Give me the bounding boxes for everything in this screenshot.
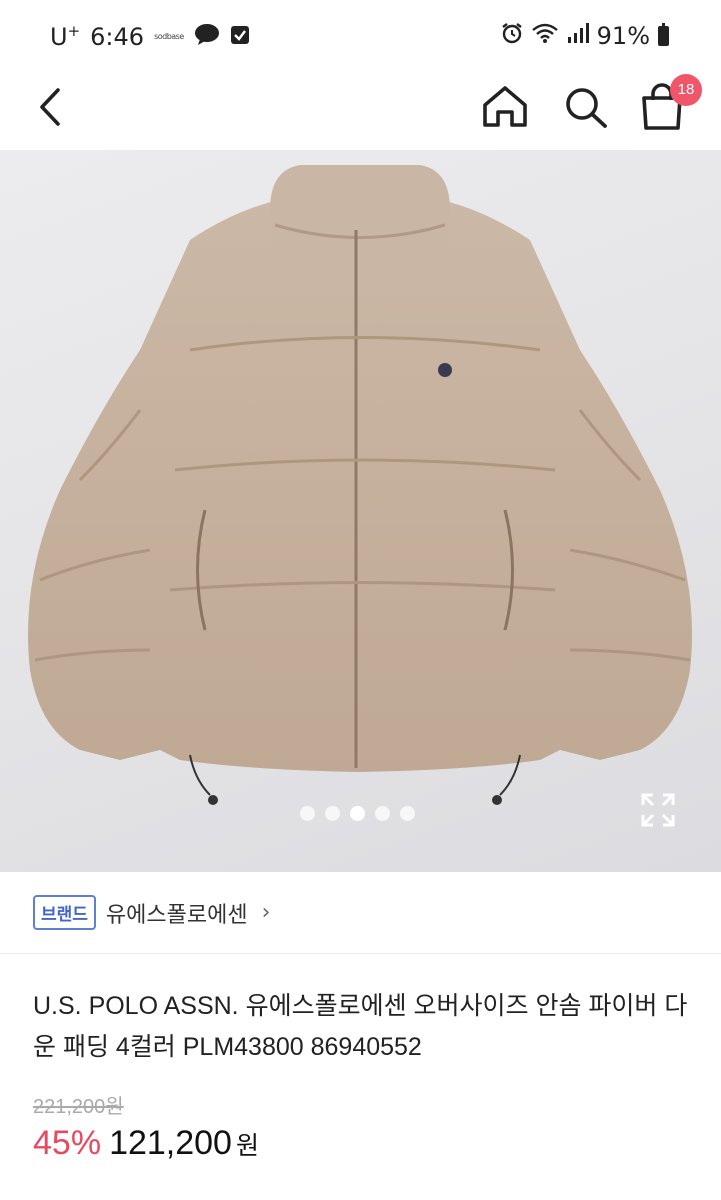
chevron-right-icon: › bbox=[261, 900, 271, 925]
carrier-label: U+ bbox=[50, 22, 81, 51]
brand-link-row[interactable]: 브랜드 유에스폴로에센 › bbox=[0, 872, 721, 954]
search-button[interactable] bbox=[560, 78, 612, 134]
cart-button[interactable]: 18 bbox=[636, 74, 702, 134]
battery-icon bbox=[658, 23, 669, 46]
price-row: 45% 121,200 원 bbox=[33, 1124, 259, 1163]
cart-count-badge: 18 bbox=[670, 74, 702, 106]
chat-icon bbox=[194, 23, 220, 51]
expand-icon[interactable] bbox=[640, 792, 676, 828]
alarm-icon bbox=[501, 22, 523, 50]
back-arrow-icon bbox=[40, 88, 60, 126]
search-icon bbox=[566, 88, 607, 128]
back-button[interactable] bbox=[30, 78, 78, 134]
original-price: 221,200원 bbox=[33, 1096, 124, 1118]
sale-price: 121,200 bbox=[109, 1124, 232, 1162]
signal-icon bbox=[567, 22, 589, 50]
pagination-dot[interactable] bbox=[300, 806, 315, 821]
pagination-dot[interactable] bbox=[375, 806, 390, 821]
brand-name: 유에스폴로에센 bbox=[105, 902, 248, 928]
home-icon bbox=[483, 86, 527, 127]
pagination-dot[interactable] bbox=[325, 806, 340, 821]
home-button[interactable] bbox=[479, 78, 531, 134]
check-notification-icon bbox=[230, 23, 250, 51]
app-notification-logo: sodbase bbox=[154, 32, 184, 41]
wifi-icon bbox=[531, 22, 559, 50]
product-title: U.S. POLO ASSN. 유에스폴로에센 오버사이즈 안솜 파이버 다운 … bbox=[33, 992, 688, 1061]
battery-percent: 91% bbox=[596, 22, 650, 50]
pagination-dot[interactable] bbox=[400, 806, 415, 821]
pagination-dot-active[interactable] bbox=[350, 806, 365, 821]
status-bar: U+ 6:46 sodbase 91% bbox=[0, 0, 721, 72]
status-right: 91% bbox=[501, 22, 669, 50]
status-left: U+ 6:46 sodbase bbox=[50, 22, 250, 51]
gallery-pagination bbox=[300, 806, 415, 821]
discount-rate: 45% bbox=[33, 1124, 102, 1162]
product-jacket-image bbox=[28, 165, 692, 805]
brand-badge: 브랜드 bbox=[33, 895, 96, 930]
product-image-gallery[interactable] bbox=[0, 150, 721, 872]
app-header: 18 bbox=[0, 72, 721, 150]
clock: 6:46 bbox=[90, 22, 145, 51]
currency-label: 원 bbox=[235, 1132, 259, 1160]
